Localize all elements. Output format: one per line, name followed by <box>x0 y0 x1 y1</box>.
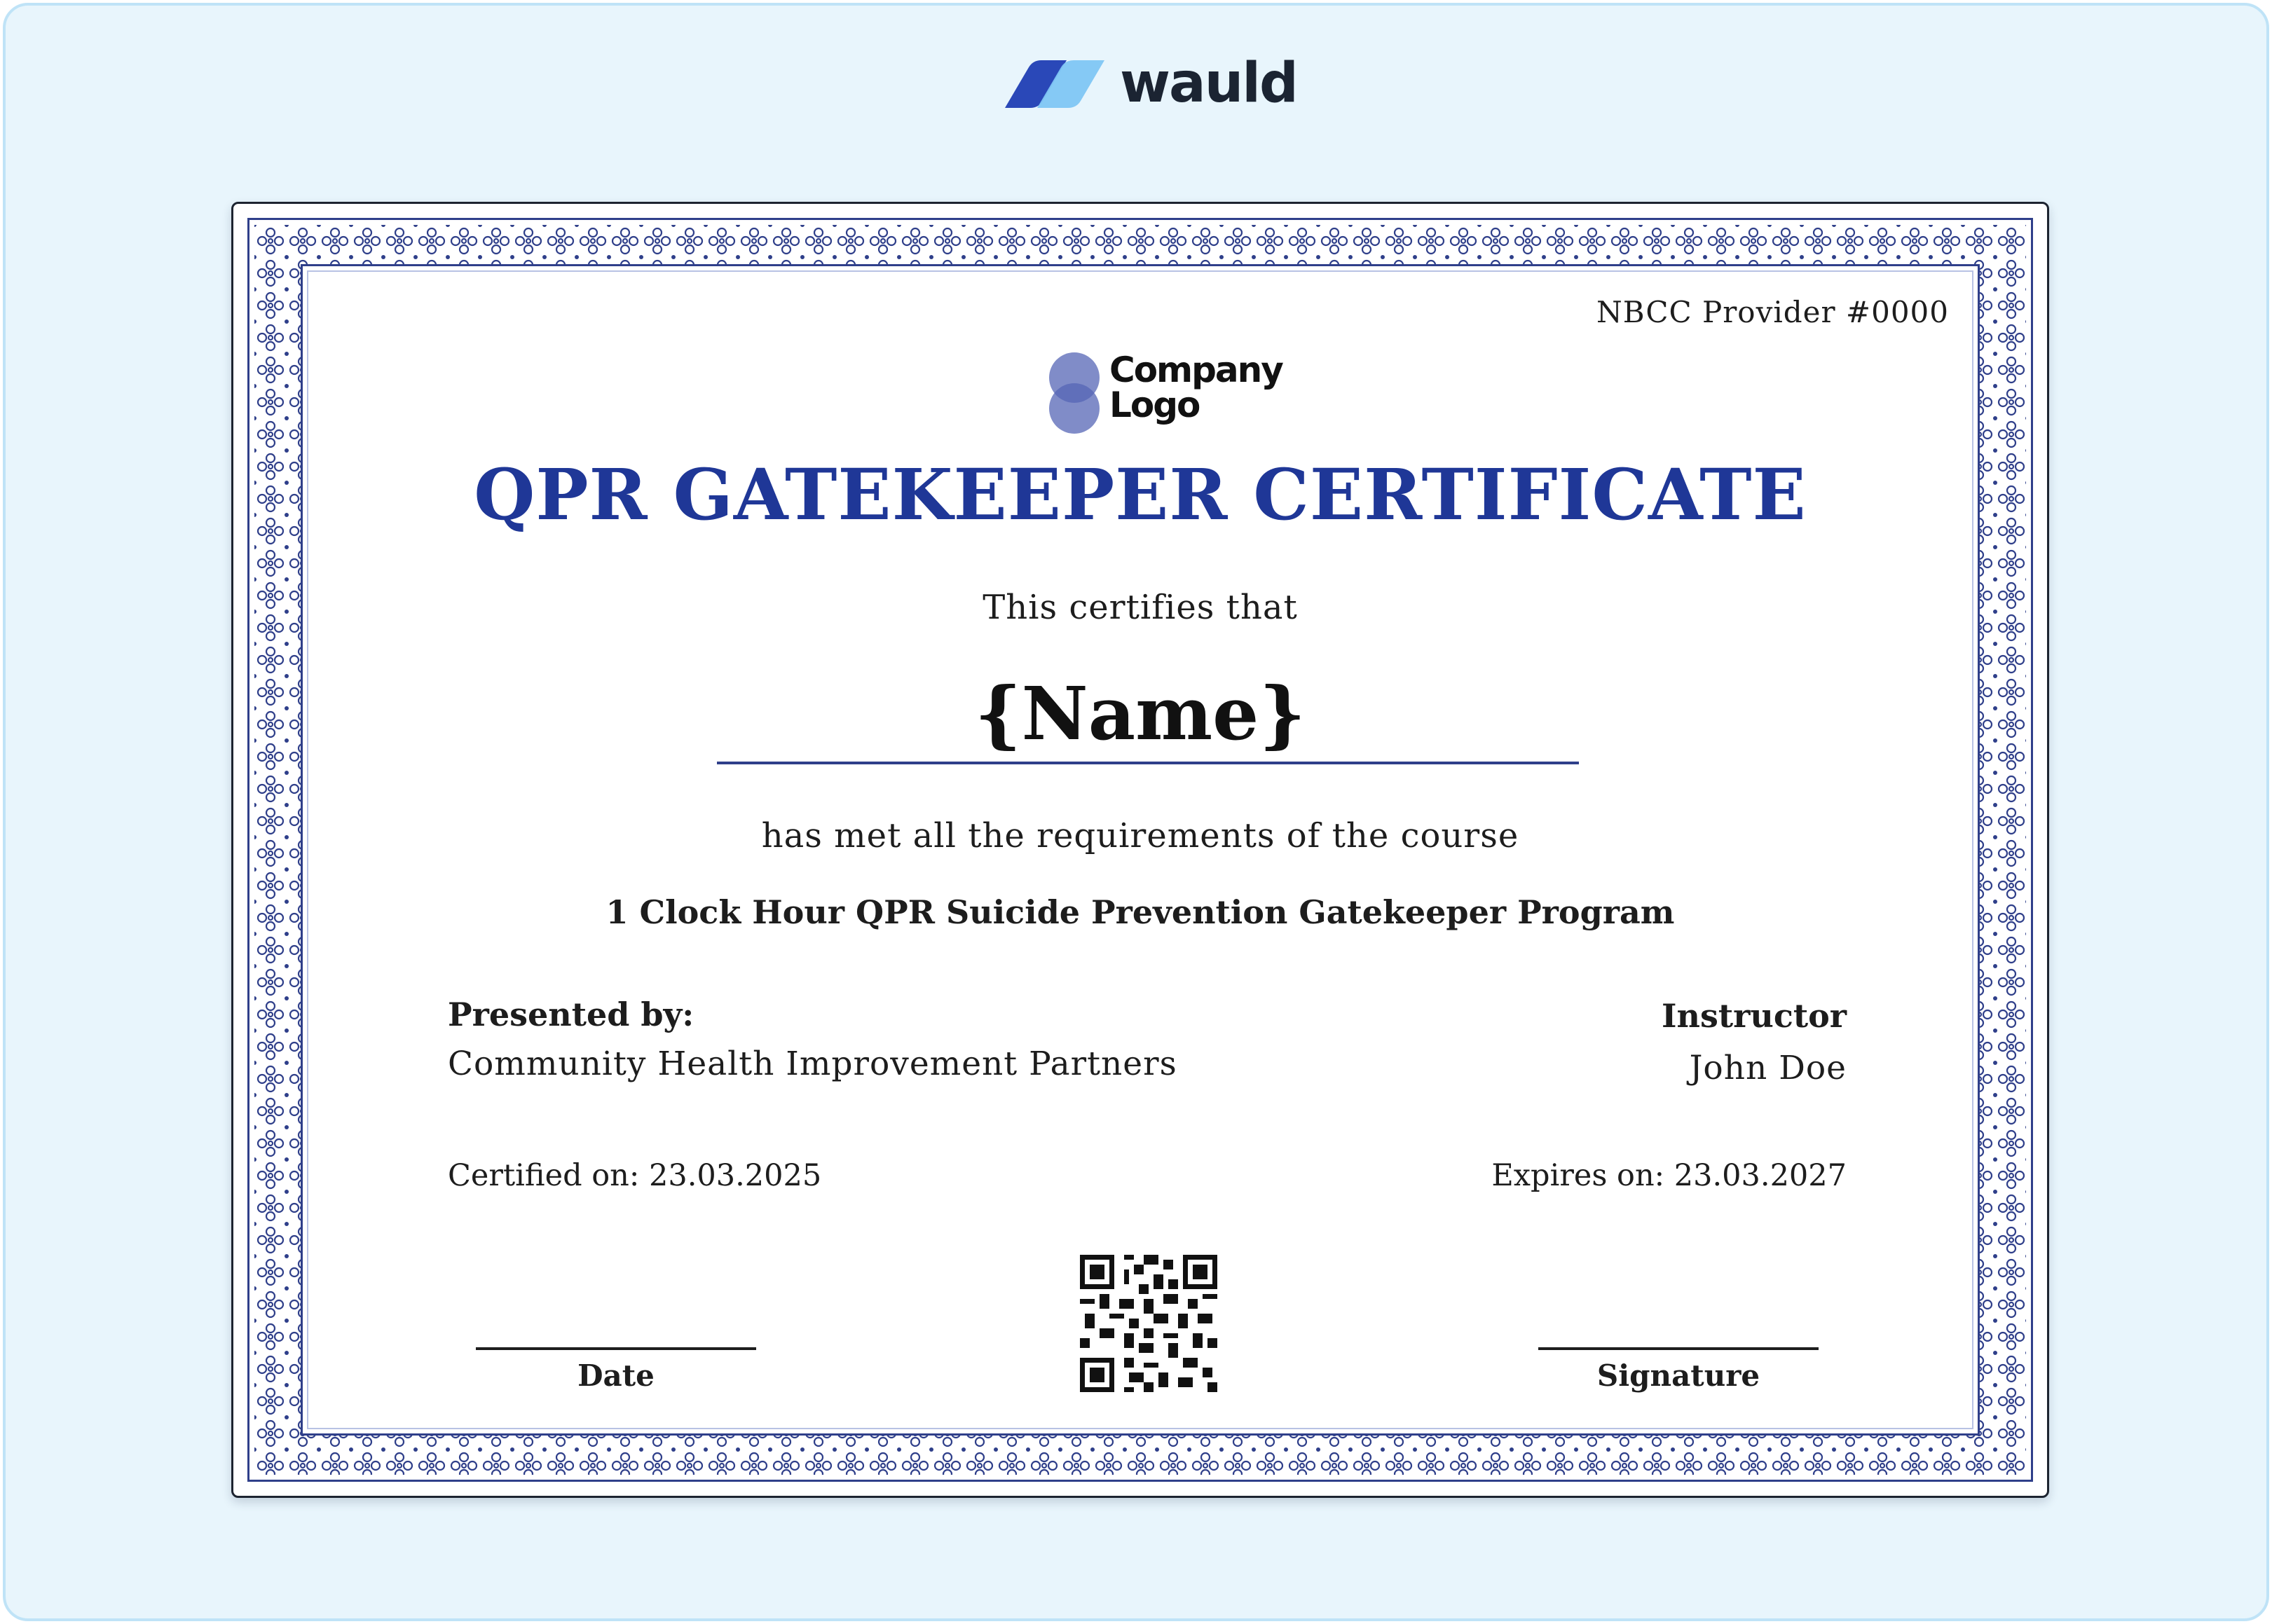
presented-by-label: Presented by: <box>448 996 694 1033</box>
instructor-label: Instructor <box>1662 997 1847 1035</box>
company-logo-line1: Company <box>1109 350 1284 390</box>
wauld-brand-logo: wauld <box>992 52 1301 115</box>
signature-label: Signature <box>1596 1358 1760 1393</box>
certified-on-date: Certified on: 23.03.2025 <box>448 1158 822 1193</box>
date-signature-line <box>476 1347 756 1350</box>
name-underline <box>717 762 1579 764</box>
certificate-title: QPR GATEKEEPER CERTIFICATE <box>474 453 1807 536</box>
wauld-logo-icon <box>1005 60 1104 108</box>
certifies-text: This certifies that <box>983 588 1298 627</box>
company-logo-line2: Logo <box>1109 385 1200 425</box>
company-logo: Company Logo <box>1043 350 1284 438</box>
overlapping-circles-logo-icon <box>1049 352 1100 434</box>
date-label: Date <box>577 1358 655 1393</box>
instructor-name: John Doe <box>1689 1049 1847 1087</box>
brand-wordmark: wauld <box>1120 52 1299 115</box>
presented-by-value: Community Health Improvement Partners <box>448 1045 1177 1083</box>
requirements-text: has met all the requirements of the cour… <box>761 816 1519 855</box>
qr-code-icon <box>1080 1255 1217 1392</box>
course-name: 1 Clock Hour QPR Suicide Prevention Gate… <box>605 893 1675 931</box>
page-background: wauld NBCC Provider #0000 Company Logo Q… <box>3 3 2269 1621</box>
company-logo-text: Company Logo <box>1109 350 1284 425</box>
certificate-card: NBCC Provider #0000 Company Logo QPR GAT… <box>231 202 2049 1498</box>
provider-number: NBCC Provider #0000 <box>1596 295 1949 329</box>
recipient-name: {Name} <box>974 670 1306 757</box>
expires-on-date: Expires on: 23.03.2027 <box>1491 1158 1847 1193</box>
signature-line <box>1538 1347 1819 1350</box>
